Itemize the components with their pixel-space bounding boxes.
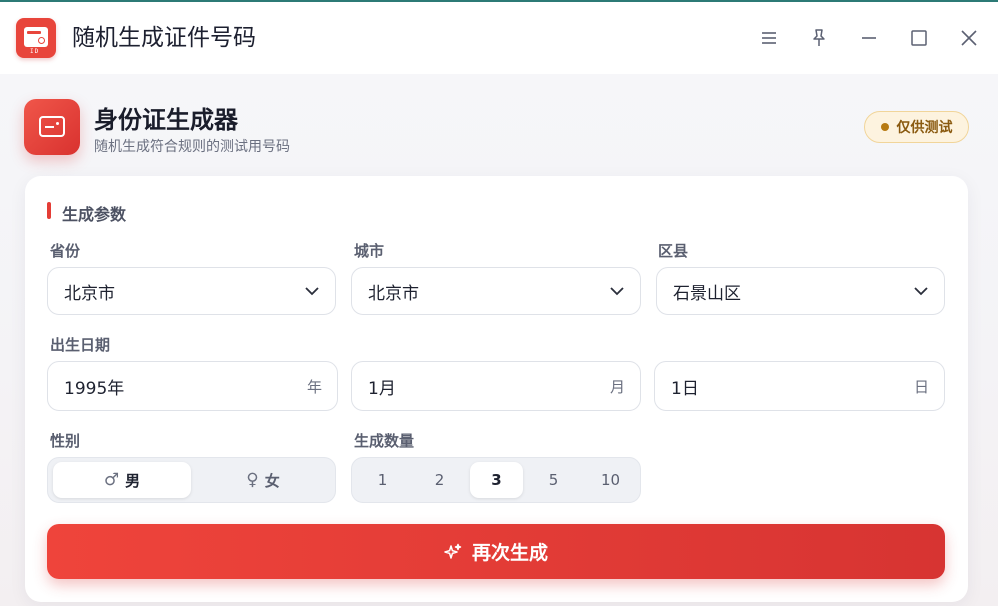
app-window: ID 随机生成证件号码 身份证生成器 随机生成符合规则的测试用号码 仅供测试 生… — [0, 0, 998, 606]
birth-year-field[interactable]: 1995年 年 — [47, 361, 338, 411]
birth-month-value: 1月 — [368, 378, 396, 399]
male-icon: ♂ — [103, 470, 120, 490]
section-title: 生成参数 — [62, 205, 127, 224]
district-value: 石景山区 — [673, 283, 741, 304]
dot-icon — [880, 123, 889, 131]
city-value: 北京市 — [368, 283, 419, 304]
gender-toggle: ♂ 男 ♀ 女 — [47, 457, 336, 503]
birth-day-field[interactable]: 1日 日 — [654, 361, 945, 411]
count-option-1[interactable]: 1 — [356, 462, 409, 498]
count-option-3[interactable]: 3 — [470, 462, 523, 498]
page-subtitle: 随机生成符合规则的测试用号码 — [94, 139, 290, 155]
district-label: 区县 — [658, 242, 689, 260]
pin-icon[interactable] — [805, 24, 833, 52]
chevron-down-icon — [610, 287, 624, 296]
gender-option-male[interactable]: ♂ 男 — [53, 462, 191, 498]
birth-day-value: 1日 — [671, 378, 699, 399]
gender-label: 性别 — [50, 432, 81, 450]
year-unit: 年 — [306, 377, 322, 396]
district-select[interactable]: 石景山区 — [656, 267, 945, 315]
count-option-2[interactable]: 2 — [413, 462, 466, 498]
city-select[interactable]: 北京市 — [351, 267, 641, 315]
count-label: 生成数量 — [354, 432, 415, 450]
count-option-10[interactable]: 10 — [584, 462, 637, 498]
birth-year-value: 1995年 — [64, 378, 125, 399]
test-only-badge: 仅供测试 — [864, 111, 969, 143]
sparkle-icon — [444, 543, 462, 559]
minimize-icon[interactable] — [855, 24, 883, 52]
section-marker — [47, 202, 51, 219]
day-unit: 日 — [913, 377, 929, 396]
birth-month-field[interactable]: 1月 月 — [351, 361, 641, 411]
count-option-5[interactable]: 5 — [527, 462, 580, 498]
gender-option-female[interactable]: ♀ 女 — [194, 462, 332, 498]
title-bar: ID 随机生成证件号码 — [0, 2, 998, 74]
maximize-icon[interactable] — [905, 24, 933, 52]
id-card-icon — [24, 99, 80, 155]
chevron-down-icon — [914, 287, 928, 296]
province-label: 省份 — [50, 242, 81, 260]
birth-date-label: 出生日期 — [50, 336, 111, 354]
female-icon: ♀ — [246, 470, 259, 490]
page-title: 身份证生成器 — [94, 106, 238, 134]
city-label: 城市 — [354, 242, 385, 260]
chevron-down-icon — [305, 287, 319, 296]
app-icon: ID — [16, 18, 56, 58]
window-title: 随机生成证件号码 — [72, 25, 256, 51]
province-value: 北京市 — [64, 283, 115, 304]
count-selector: 1 2 3 5 10 — [351, 457, 641, 503]
menu-icon[interactable] — [755, 24, 783, 52]
regenerate-label: 再次生成 — [471, 542, 548, 564]
close-icon[interactable] — [955, 24, 983, 52]
month-unit: 月 — [609, 377, 625, 396]
regenerate-button[interactable]: 再次生成 — [47, 524, 945, 579]
province-select[interactable]: 北京市 — [47, 267, 336, 315]
